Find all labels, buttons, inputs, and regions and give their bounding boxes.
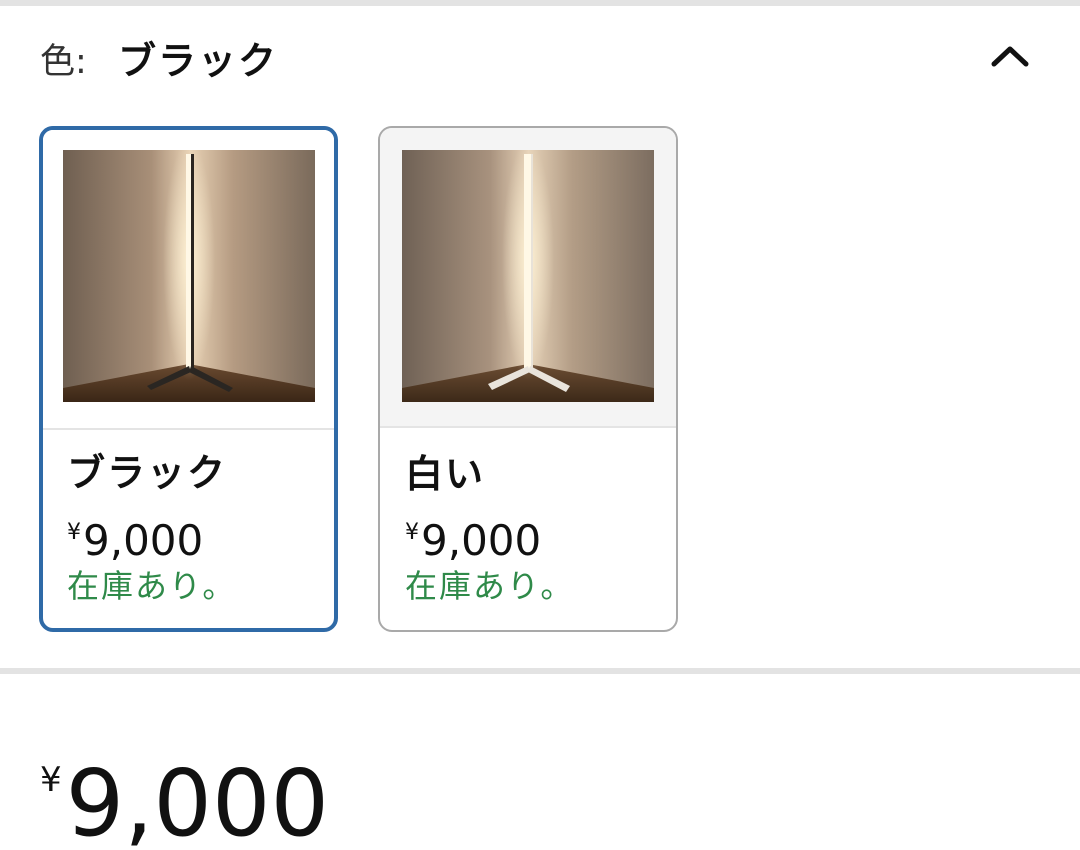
selected-color-value: ブラック bbox=[118, 39, 279, 83]
section-divider bbox=[0, 668, 1080, 674]
corner-lamp-black-image bbox=[63, 150, 315, 402]
color-swatch-black[interactable]: ブラック ¥9,000 在庫あり。 bbox=[39, 126, 338, 632]
collapse-toggle-button[interactable] bbox=[982, 32, 1038, 80]
swatch-color-name: 白い bbox=[405, 452, 486, 496]
color-label: 色: bbox=[40, 42, 87, 82]
price-amount: 9,000 bbox=[421, 516, 542, 565]
swatch-price: ¥9,000 bbox=[67, 510, 203, 564]
chevron-up-icon bbox=[991, 46, 1029, 67]
color-variation-header: 色: ブラック bbox=[0, 6, 1080, 110]
swatch-image-area bbox=[380, 128, 676, 428]
currency-symbol: ¥ bbox=[67, 520, 81, 545]
product-variation-page: 色: ブラック ブラック ¥9,000 在庫あり。 白い ¥9,000 在庫あり… bbox=[0, 0, 1080, 850]
currency-symbol: ¥ bbox=[40, 760, 62, 800]
stock-status: 在庫あり。 bbox=[67, 567, 237, 605]
currency-symbol: ¥ bbox=[405, 520, 419, 545]
swatch-color-name: ブラック bbox=[67, 451, 228, 495]
color-swatch-white[interactable]: 白い ¥9,000 在庫あり。 bbox=[378, 126, 678, 632]
corner-lamp-white-image bbox=[402, 150, 654, 402]
price-amount: 9,000 bbox=[65, 750, 330, 850]
price-amount: 9,000 bbox=[83, 516, 204, 565]
swatch-image-area bbox=[43, 130, 334, 430]
swatch-price: ¥9,000 bbox=[405, 510, 541, 564]
product-price: ¥9,000 bbox=[40, 730, 329, 850]
stock-status: 在庫あり。 bbox=[405, 567, 575, 605]
